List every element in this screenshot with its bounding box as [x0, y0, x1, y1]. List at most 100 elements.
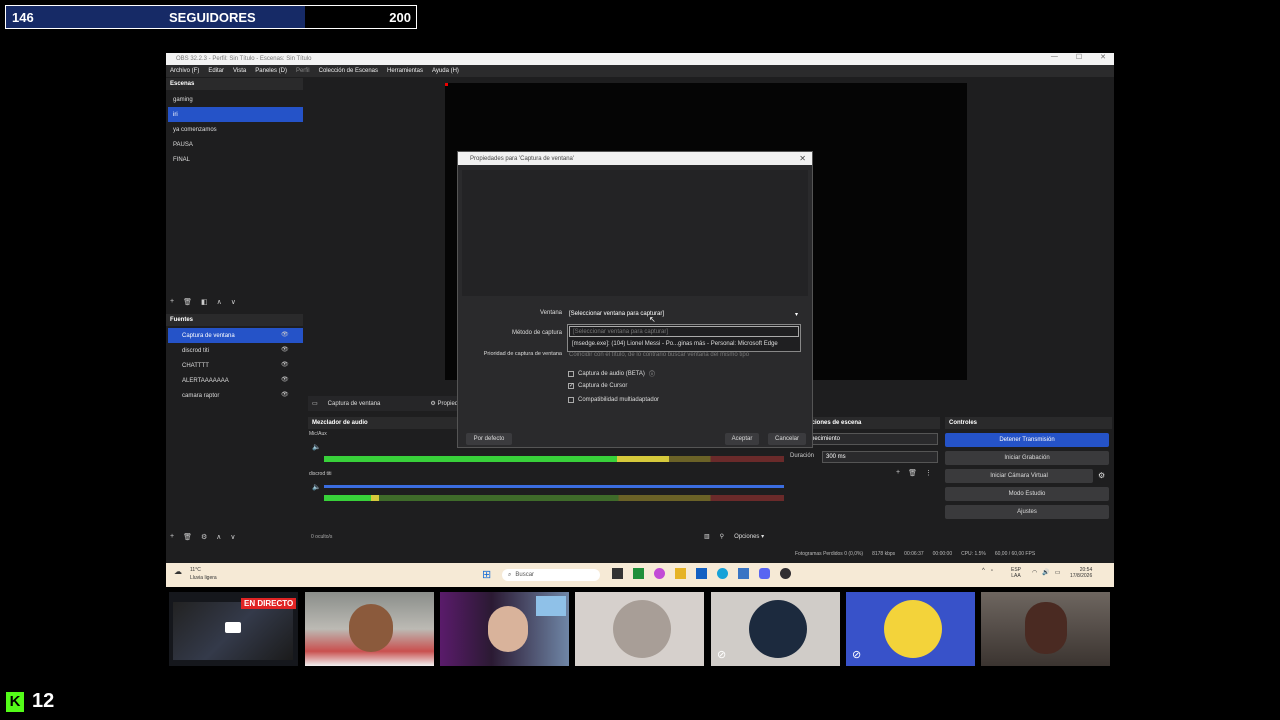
move-down-icon[interactable]: ∨ — [231, 298, 236, 306]
priority-value: Coincidir con el título, de lo contrario… — [569, 351, 750, 358]
participant-tile-avatar2[interactable]: ⊘ — [711, 592, 840, 666]
studio-mode-button[interactable]: Modo Estudio — [945, 487, 1109, 501]
minimize-icon[interactable]: — — [1051, 53, 1058, 61]
store-icon[interactable] — [696, 568, 707, 579]
task-view-icon[interactable] — [612, 568, 623, 579]
participant-tile-avatar3[interactable]: ⊘ — [846, 592, 975, 666]
dropdown-option[interactable]: [msedge.exe]: (104) Lionel Messi - Po...… — [568, 338, 800, 349]
start-virtual-camera-button[interactable]: Iniciar Cámara Virtual — [945, 469, 1093, 483]
menu-herramientas[interactable]: Herramientas — [387, 68, 423, 74]
eye-icon[interactable]: 👁 — [281, 361, 289, 368]
dropdown-option[interactable]: [Seleccionar ventana para capturar] — [569, 326, 799, 337]
discord-icon[interactable] — [759, 568, 770, 579]
wifi-icon[interactable]: ◠ — [1032, 569, 1037, 576]
speaker-icon[interactable]: 🔈 — [312, 483, 321, 491]
link-icon[interactable]: ⚲ — [720, 533, 724, 540]
ok-button[interactable]: Aceptar — [725, 433, 759, 445]
properties-dialog: Propiedades para 'Captura de ventana' ✕ … — [457, 151, 813, 448]
mail-icon[interactable] — [738, 568, 749, 579]
window-dropdown-list: [Seleccionar ventana para capturar] [mse… — [567, 324, 801, 352]
participant-tile-avatar1[interactable] — [575, 592, 704, 666]
battery-icon[interactable]: ▭ — [1055, 569, 1061, 576]
edge-icon[interactable] — [717, 568, 728, 579]
chevron-up-icon[interactable]: ^ — [982, 568, 985, 574]
menu-ayuda[interactable]: Ayuda (H) — [432, 68, 459, 74]
dropped-frames: Fotogramas Perdidos 0 (0,0%) — [795, 551, 864, 557]
menu-vista[interactable]: Vista — [233, 68, 246, 74]
move-down-icon[interactable]: ∨ — [230, 533, 235, 541]
mixer-title: Mezclador de audio — [312, 420, 368, 426]
start-recording-button[interactable]: Iniciar Grabación — [945, 451, 1109, 465]
speaker-icon[interactable]: 🔈 — [312, 443, 321, 451]
network-icon[interactable]: ▫ — [991, 568, 993, 574]
window-label: Ventana — [539, 310, 562, 316]
volume-slider[interactable] — [324, 485, 784, 488]
eye-icon[interactable]: 👁 — [281, 391, 289, 398]
audio-capture-checkbox[interactable]: Captura de audio (BETA) ⓘ — [568, 369, 655, 378]
clock[interactable]: 20:54 17/8/2026 — [1070, 567, 1092, 579]
menu-archivo[interactable]: Archivo (F) — [170, 68, 199, 74]
add-icon[interactable]: + — [170, 533, 174, 541]
duration-input[interactable]: 300 ms — [822, 451, 938, 463]
mixer-channel-name: Mic/Aux — [309, 431, 327, 437]
weather-icon[interactable]: ☁ — [174, 567, 182, 576]
trash-icon[interactable]: 🗑 — [908, 469, 917, 477]
add-icon[interactable]: + — [170, 298, 174, 306]
scenes-header: Escenas — [166, 78, 303, 90]
menu-coleccion[interactable]: Colección de Escenas — [319, 68, 378, 74]
close-icon[interactable]: ✕ — [1100, 53, 1106, 61]
menu-perfil[interactable]: Perfil — [296, 68, 310, 74]
filter-icon[interactable]: ◧ — [201, 298, 208, 306]
gear-icon[interactable]: ⚙ — [1098, 471, 1105, 480]
participant-tile-cam1[interactable] — [305, 592, 434, 666]
xbox-icon[interactable] — [633, 568, 644, 579]
scene-item[interactable]: FINAL — [168, 152, 303, 167]
file-explorer-icon[interactable] — [675, 568, 686, 579]
eye-icon[interactable]: 👁 — [281, 331, 289, 338]
scene-item-selected[interactable]: iri — [168, 107, 303, 122]
volume-icon[interactable]: 🔊 — [1042, 569, 1049, 576]
participant-tile-screen[interactable]: EN DIRECTO — [169, 592, 298, 666]
trash-icon[interactable]: 🗑 — [183, 533, 192, 541]
eye-icon[interactable]: 👁 — [281, 376, 289, 383]
move-up-icon[interactable]: ∧ — [217, 298, 222, 306]
menu-paneles[interactable]: Paneles (D) — [255, 68, 287, 74]
language-indicator[interactable]: ESP LAA — [1011, 567, 1021, 579]
checkbox-label: Captura de audio (BETA) — [578, 370, 645, 377]
more-icon[interactable]: ⋮ — [925, 469, 932, 477]
checkbox-box-checked: ✓ — [568, 383, 575, 389]
scene-item[interactable]: PAUSA — [168, 137, 303, 152]
info-icon: ⓘ — [648, 372, 655, 378]
scene-item[interactable]: gaming — [168, 92, 303, 107]
defaults-button[interactable]: Por defecto — [466, 433, 512, 445]
menu-editar[interactable]: Editar — [208, 68, 224, 74]
cursor-capture-checkbox[interactable]: ✓ Captura de Cursor — [568, 383, 627, 389]
trash-icon[interactable]: 🗑 — [183, 298, 192, 306]
add-icon[interactable]: + — [896, 469, 900, 477]
status-bar: Fotogramas Perdidos 0 (0,0%) 8178 kbps 0… — [795, 551, 1035, 557]
options-button[interactable]: Opciones ▾ — [734, 533, 764, 540]
maximize-icon[interactable]: ☐ — [1076, 53, 1082, 61]
eye-icon[interactable]: 👁 — [281, 346, 289, 353]
participant-tile-cam3[interactable] — [981, 592, 1110, 666]
obs-icon[interactable] — [780, 568, 791, 579]
window-select[interactable]: [Seleccionar ventana para capturar] ▾ — [566, 308, 802, 320]
scene-item[interactable]: ya comenzamos — [168, 122, 303, 137]
cancel-button[interactable]: Cancelar — [768, 433, 806, 445]
close-icon[interactable]: ✕ — [799, 154, 806, 163]
capture-priority-label: Prioridad de captura de ventana — [483, 351, 562, 357]
multiadapter-checkbox[interactable]: Compatibilidad multiadaptador — [568, 397, 659, 403]
layout-icon[interactable]: ▥ — [704, 533, 710, 540]
stop-stream-button[interactable]: Detener Transmisión — [945, 433, 1109, 447]
taskbar-search[interactable]: ⌕ Buscar — [502, 569, 600, 581]
settings-button[interactable]: Ajustes — [945, 505, 1109, 519]
audio-meter-level — [324, 495, 380, 501]
windows-start-icon[interactable]: ⊞ — [482, 568, 491, 581]
windows-taskbar: ☁ 11°C Lluvia ligera ⊞ ⌕ Buscar ^ ▫ ESP L… — [166, 563, 1114, 587]
copilot-icon[interactable] — [654, 568, 665, 579]
move-up-icon[interactable]: ∧ — [216, 533, 221, 541]
participant-tile-cam2[interactable] — [440, 592, 569, 666]
gear-icon[interactable]: ⚙ — [201, 533, 207, 541]
participant-face — [1025, 602, 1067, 654]
follower-goal-target: 200 — [389, 9, 411, 25]
